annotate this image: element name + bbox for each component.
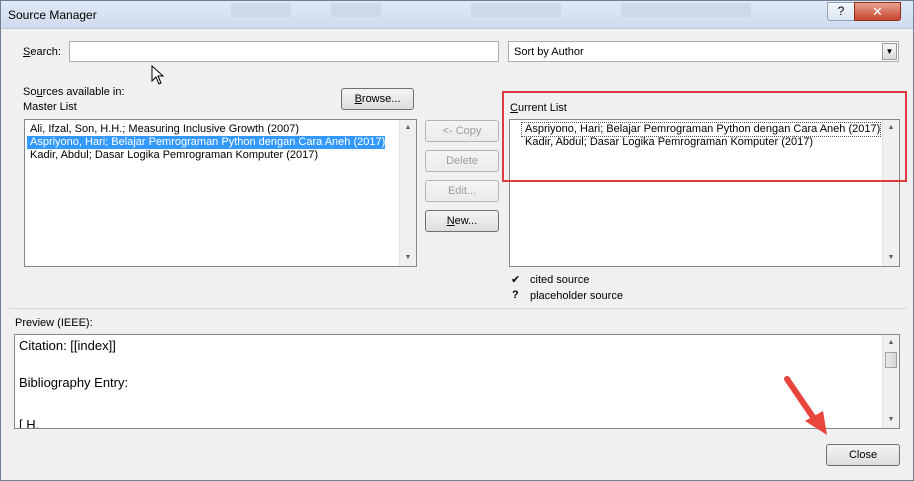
preview-label: Preview (IEEE): <box>15 317 93 329</box>
divider <box>9 308 907 309</box>
sort-selected-value: Sort by Author <box>514 46 584 58</box>
cited-check-icon: ✔ <box>511 274 521 286</box>
master-list-scrollbar[interactable]: ▲ ▼ <box>399 120 416 266</box>
cited-source-legend: cited source <box>530 274 590 286</box>
close-button[interactable]: Close <box>826 444 900 466</box>
source-manager-dialog: Source Manager ? ✕ Search: Sort by Autho… <box>0 0 914 481</box>
master-list[interactable]: Ali, Ifzal, Son, H.H.; Measuring Inclusi… <box>24 119 417 267</box>
scroll-thumb[interactable] <box>885 352 897 368</box>
placeholder-question-icon: ? <box>512 289 519 301</box>
sort-select[interactable]: Sort by Author ▼ <box>508 41 899 62</box>
scroll-down-icon[interactable]: ▼ <box>883 250 899 266</box>
title-bar[interactable]: Source Manager ? ✕ <box>1 1 913 29</box>
window-title: Source Manager <box>8 8 97 22</box>
preview-bibliography-line: Bibliography Entry: <box>19 375 129 390</box>
background-ribbon-ghost <box>471 3 561 17</box>
placeholder-source-legend: placeholder source <box>530 290 623 302</box>
scroll-up-icon[interactable]: ▲ <box>883 335 899 351</box>
master-list-item[interactable]: Kadir, Abdul; Dasar Logika Pemrograman K… <box>27 149 318 162</box>
master-list-item-selected[interactable]: Aspriyono, Hari; Belajar Pemrograman Pyt… <box>27 136 386 149</box>
chevron-down-icon[interactable]: ▼ <box>882 43 897 60</box>
delete-button[interactable]: Delete <box>425 150 499 172</box>
preview-entry-line: [ H. <box>19 417 40 429</box>
search-label: Search: <box>23 46 61 58</box>
preview-pane[interactable]: Citation: [[index]] Bibliography Entry: … <box>14 334 900 429</box>
edit-button[interactable]: Edit... <box>425 180 499 202</box>
close-icon: ✕ <box>872 4 883 19</box>
background-ribbon-ghost <box>621 3 751 17</box>
help-button[interactable]: ? <box>827 2 855 21</box>
master-list-item[interactable]: Ali, Ifzal, Son, H.H.; Measuring Inclusi… <box>27 123 299 136</box>
scroll-down-icon[interactable]: ▼ <box>400 250 416 266</box>
close-window-button[interactable]: ✕ <box>854 2 901 21</box>
mouse-cursor-icon <box>151 65 165 85</box>
master-list-label: Master List <box>23 101 77 113</box>
scroll-down-icon[interactable]: ▼ <box>883 412 899 428</box>
preview-scrollbar[interactable]: ▲ ▼ <box>882 335 899 428</box>
new-button[interactable]: New... <box>425 210 499 232</box>
current-list-highlight <box>502 91 907 182</box>
background-ribbon-ghost <box>231 3 291 17</box>
search-input[interactable] <box>69 41 499 62</box>
scroll-up-icon[interactable]: ▲ <box>400 120 416 136</box>
browse-button[interactable]: Browse... <box>341 88 414 110</box>
sources-available-label: Sources available in: <box>23 86 125 98</box>
background-ribbon-ghost <box>331 3 381 17</box>
preview-citation-line: Citation: [[index]] <box>19 338 116 353</box>
copy-button[interactable]: <- Copy <box>425 120 499 142</box>
annotation-arrow-icon <box>784 376 827 435</box>
